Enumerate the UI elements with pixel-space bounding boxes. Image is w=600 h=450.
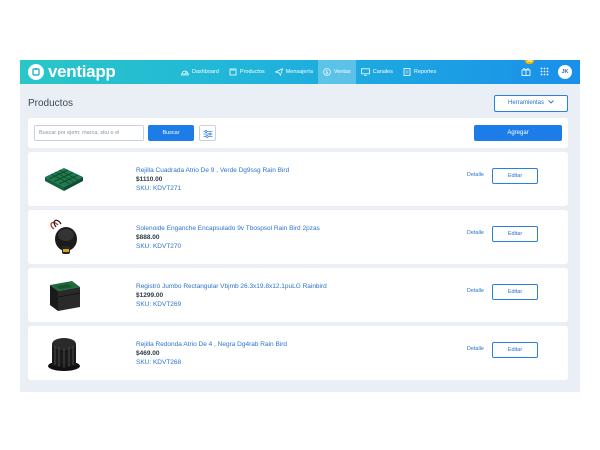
search-bar: Buscar Agregar <box>28 118 568 148</box>
top-navigation-bar: ventiapp Dashboard Productos Mensajería … <box>20 60 580 84</box>
report-icon <box>403 68 411 76</box>
product-info: Solenoide Enganche Encapsulado 9v Tbosps… <box>136 225 320 250</box>
nav-item-dashboard[interactable]: Dashboard <box>176 60 224 84</box>
nav-item-label: Mensajería <box>285 69 313 75</box>
detail-link[interactable]: Detalle <box>467 346 484 352</box>
product-sku: SKU: KDVT271 <box>136 184 182 192</box>
notifications-button[interactable]: 35 <box>521 60 535 81</box>
product-image-solenoid[interactable] <box>34 214 94 260</box>
product-name-link[interactable]: Rejilla Redonda Atrio De 4 , Negra Dg4ra… <box>136 341 287 348</box>
tools-dropdown-button[interactable]: Herramientas <box>494 94 568 112</box>
product-row: Registró Jumbo Rectangular Vbjmb 26.3x19… <box>28 268 568 322</box>
filter-button[interactable] <box>199 125 216 141</box>
monitor-icon <box>360 68 370 76</box>
dashboard-icon <box>181 68 189 76</box>
gift-icon <box>521 63 531 81</box>
app-window: ventiapp Dashboard Productos Mensajería … <box>20 60 580 392</box>
nav-item-label: Productos <box>239 69 265 75</box>
chevron-down-icon <box>548 100 554 106</box>
dollar-icon: $ <box>323 68 331 76</box>
page-header: Productos Herramientas <box>28 94 568 112</box>
product-row: Rejilla Redonda Atrio De 4 , Negra Dg4ra… <box>28 326 568 380</box>
product-name-link[interactable]: Solenoide Enganche Encapsulado 9v Tbosps… <box>136 225 320 232</box>
page-title: Productos <box>28 97 74 109</box>
product-price: $1110.00 <box>136 175 163 183</box>
product-name-link[interactable]: Rejilla Cuadrada Atrio De 9 , Verde Dg9s… <box>136 167 289 174</box>
nav-item-canales[interactable]: Canales <box>356 60 398 84</box>
search-input[interactable] <box>34 125 144 141</box>
tools-label: Herramientas <box>507 100 544 106</box>
sliders-icon <box>203 126 213 141</box>
product-info: Rejilla Cuadrada Atrio De 9 , Verde Dg9s… <box>136 167 289 192</box>
notification-count-badge: 35 <box>525 60 535 64</box>
product-image-green-square-grate[interactable] <box>34 156 94 202</box>
brand-logo[interactable]: ventiapp <box>28 62 168 82</box>
product-list: Rejilla Cuadrada Atrio De 9 , Verde Dg9s… <box>28 152 568 384</box>
apps-grid-icon[interactable] <box>540 63 549 81</box>
product-name-link[interactable]: Registró Jumbo Rectangular Vbjmb 26.3x19… <box>136 283 327 290</box>
product-sku: SKU: KDVT270 <box>136 242 182 250</box>
product-info: Registró Jumbo Rectangular Vbjmb 26.3x19… <box>136 283 327 308</box>
box-icon <box>229 68 237 76</box>
product-row: Solenoide Enganche Encapsulado 9v Tbosps… <box>28 210 568 264</box>
main-nav: Dashboard Productos Mensajería $ Ventas … <box>176 60 441 84</box>
brand-name: ventiapp <box>48 62 116 81</box>
detail-link[interactable]: Detalle <box>467 288 484 294</box>
nav-item-label: Ventas <box>333 69 351 75</box>
nav-item-ventas[interactable]: $ Ventas <box>317 60 356 84</box>
product-image-valve-box[interactable] <box>34 272 94 318</box>
product-sku: SKU: KDVT269 <box>136 300 182 308</box>
svg-text:$: $ <box>325 70 328 76</box>
edit-button[interactable]: Editar <box>492 168 538 184</box>
product-price: $888.00 <box>136 233 160 241</box>
nav-item-productos[interactable]: Productos <box>224 60 270 84</box>
nav-item-label: Canales <box>372 69 393 75</box>
detail-link[interactable]: Detalle <box>467 172 484 178</box>
edit-button[interactable]: Editar <box>492 342 538 358</box>
top-right-controls: 35 JK <box>521 60 572 84</box>
user-avatar[interactable]: JK <box>558 65 572 79</box>
logo-icon <box>28 64 44 80</box>
edit-button[interactable]: Editar <box>492 226 538 242</box>
product-info: Rejilla Redonda Atrio De 4 , Negra Dg4ra… <box>136 341 287 366</box>
product-row: Rejilla Cuadrada Atrio De 9 , Verde Dg9s… <box>28 152 568 206</box>
nav-item-reportes[interactable]: Reportes <box>398 60 441 84</box>
add-product-button[interactable]: Agregar <box>474 125 562 141</box>
nav-item-label: Reportes <box>413 69 437 75</box>
nav-item-mensajeria[interactable]: Mensajería <box>270 60 318 84</box>
detail-link[interactable]: Detalle <box>467 230 484 236</box>
search-button[interactable]: Buscar <box>148 125 194 141</box>
paper-plane-icon <box>274 68 283 76</box>
edit-button[interactable]: Editar <box>492 284 538 300</box>
product-sku: SKU: KDVT268 <box>136 358 182 366</box>
nav-item-label: Dashboard <box>192 69 219 75</box>
product-price: $1299.00 <box>136 291 164 299</box>
product-image-black-round-grate[interactable] <box>34 330 94 376</box>
product-price: $469.00 <box>136 349 160 357</box>
